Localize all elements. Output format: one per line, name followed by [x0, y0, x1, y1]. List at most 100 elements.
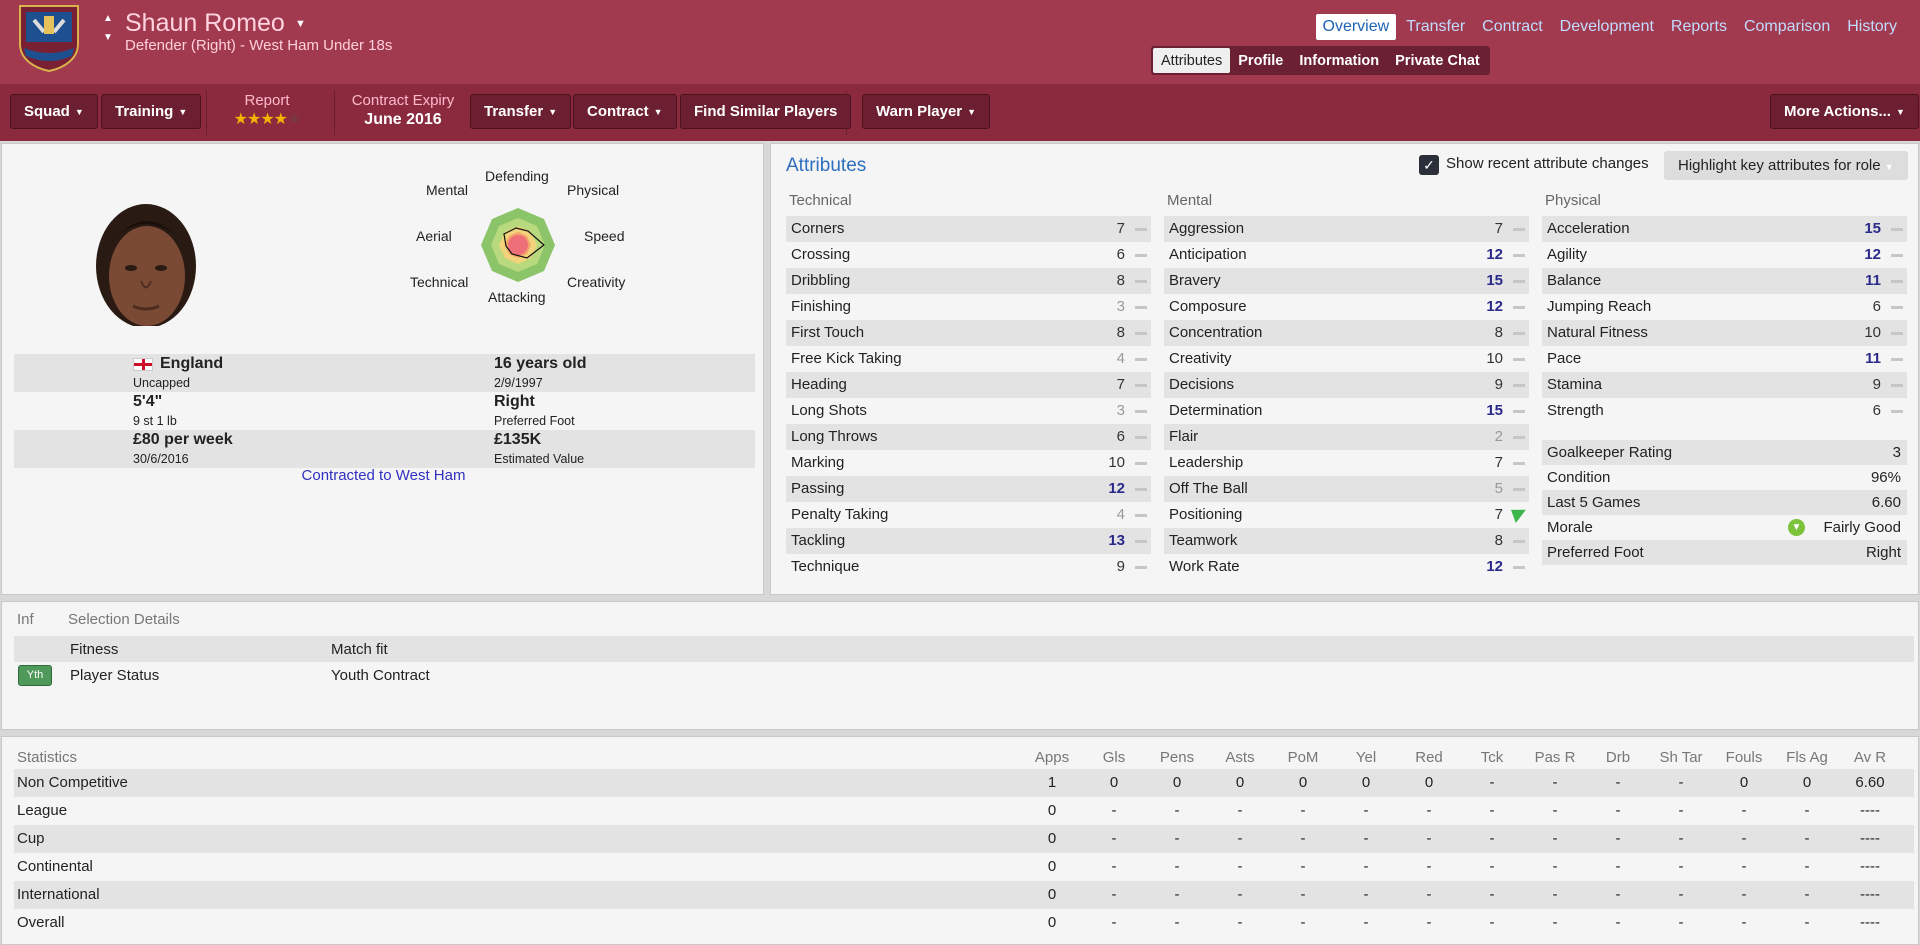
attribute-row-crossing[interactable]: Crossing 6 [786, 242, 1151, 268]
stat-column-tck[interactable]: Tck [1467, 749, 1517, 766]
report-rating[interactable]: Report ★★★★★ [222, 92, 312, 129]
attribute-row-pace[interactable]: Pace 11 [1542, 346, 1907, 372]
stat-row-overall[interactable]: Overall 0- - - - - - - - - - - - ---- [14, 909, 1914, 937]
transfer-button[interactable]: Transfer ▼ [470, 94, 572, 129]
stat-column-yel[interactable]: Yel [1341, 749, 1391, 766]
stat-column-sh-tar[interactable]: Sh Tar [1656, 749, 1706, 766]
player-name[interactable]: Shaun Romeo [125, 9, 285, 38]
tab-overview[interactable]: Overview [1315, 14, 1397, 40]
attribute-row-finishing[interactable]: Finishing 3 [786, 294, 1151, 320]
stat-column-apps[interactable]: Apps [1027, 749, 1077, 766]
attribute-row-heading[interactable]: Heading 7 [786, 372, 1151, 398]
tab-comparison[interactable]: Comparison [1737, 14, 1837, 40]
tab-transfer[interactable]: Transfer [1399, 14, 1472, 40]
attribute-row-flair[interactable]: Flair 2 [1164, 424, 1529, 450]
tab-reports[interactable]: Reports [1664, 14, 1734, 40]
subtab-attributes[interactable]: Attributes [1153, 48, 1231, 73]
warn-player-button[interactable]: Warn Player ▼ [862, 94, 991, 129]
attribute-row-bravery[interactable]: Bravery 15 [1164, 268, 1529, 294]
selection-row-fitness[interactable]: Fitness Match fit [14, 636, 1914, 662]
contract-expiry-label: Contract Expiry [351, 92, 455, 109]
attribute-name: Bravery [1169, 272, 1221, 289]
stat-column-asts[interactable]: Asts [1215, 749, 1265, 766]
attribute-row-technique[interactable]: Technique 9 [786, 554, 1151, 580]
tab-development[interactable]: Development [1553, 14, 1661, 40]
stat-column-av-r[interactable]: Av R [1845, 749, 1895, 766]
attribute-row-free-kick-taking[interactable]: Free Kick Taking 4 [786, 346, 1151, 372]
subtab-private-chat[interactable]: Private Chat [1387, 48, 1488, 73]
attribute-row-composure[interactable]: Composure 12 [1164, 294, 1529, 320]
squad-button[interactable]: Squad ▼ [10, 94, 98, 129]
attribute-row-penalty-taking[interactable]: Penalty Taking 4 [786, 502, 1151, 528]
attribute-name: Creativity [1169, 350, 1232, 367]
radar-label-physical: Physical [567, 182, 620, 198]
selection-details-panel: Inf Selection Details Fitness Match fit … [1, 601, 1919, 730]
next-player-icon[interactable]: ▼ [101, 31, 115, 45]
stat-row-league[interactable]: League 0- - - - - - - - - - - - ---- [14, 797, 1914, 825]
stat-column-red[interactable]: Red [1404, 749, 1454, 766]
stat-cell: - [1552, 774, 1558, 791]
club-crest-icon[interactable] [14, 4, 84, 72]
attribute-row-teamwork[interactable]: Teamwork 8 [1164, 528, 1529, 554]
contracted-to-link[interactable]: Contracted to West Ham [2, 467, 765, 484]
attribute-row-aggression[interactable]: Aggression 7 [1164, 216, 1529, 242]
highlight-key-attributes-button[interactable]: Highlight key attributes for role ▼ [1664, 151, 1908, 180]
stat-row-international[interactable]: International 0- - - - - - - - - - - - ---- [14, 881, 1914, 909]
stat-column-pom[interactable]: PoM [1278, 749, 1328, 766]
attribute-row-corners[interactable]: Corners 7 [786, 216, 1151, 242]
stat-row-cup[interactable]: Cup 0- - - - - - - - - - - - ---- [14, 825, 1914, 853]
attribute-row-natural-fitness[interactable]: Natural Fitness 10 [1542, 320, 1907, 346]
attribute-row-anticipation[interactable]: Anticipation 12 [1164, 242, 1529, 268]
player-portrait[interactable] [91, 196, 201, 336]
stat-cell: - [1300, 886, 1306, 903]
chevron-down-icon[interactable]: ▼ [295, 18, 306, 30]
training-button[interactable]: Training ▼ [101, 94, 202, 129]
stat-cell: - [1552, 886, 1558, 903]
attribute-row-acceleration[interactable]: Acceleration 15 [1542, 216, 1907, 242]
stat-column-fouls[interactable]: Fouls [1719, 749, 1769, 766]
subtab-information[interactable]: Information [1291, 48, 1387, 73]
top-tabs: Overview Transfer Contract Development R… [1313, 14, 1905, 40]
attribute-row-off-the-ball[interactable]: Off The Ball 5 [1164, 476, 1529, 502]
attribute-row-stamina[interactable]: Stamina 9 [1542, 372, 1907, 398]
more-actions-button[interactable]: More Actions... ▼ [1770, 94, 1919, 129]
attribute-row-passing[interactable]: Passing 12 [786, 476, 1151, 502]
subtab-profile[interactable]: Profile [1230, 48, 1291, 73]
attribute-row-positioning[interactable]: Positioning 7 [1164, 502, 1529, 528]
attribute-row-long-shots[interactable]: Long Shots 3 [786, 398, 1151, 424]
show-changes-checkbox[interactable]: ✓ [1419, 155, 1439, 175]
stat-column-gls[interactable]: Gls [1089, 749, 1139, 766]
attribute-value: 12 [1486, 558, 1503, 575]
tab-contract[interactable]: Contract [1475, 14, 1549, 40]
show-changes-label[interactable]: Show recent attribute changes [1446, 155, 1649, 172]
attribute-name: Long Shots [791, 402, 867, 419]
contract-button[interactable]: Contract ▼ [573, 94, 677, 129]
attribute-row-leadership[interactable]: Leadership 7 [1164, 450, 1529, 476]
tab-history[interactable]: History [1840, 14, 1904, 40]
stat-column-pas-r[interactable]: Pas R [1530, 749, 1580, 766]
previous-player-icon[interactable]: ▲ [101, 12, 115, 26]
attribute-row-tackling[interactable]: Tackling 13 [786, 528, 1151, 554]
attribute-row-concentration[interactable]: Concentration 8 [1164, 320, 1529, 346]
attribute-row-long-throws[interactable]: Long Throws 6 [786, 424, 1151, 450]
attribute-row-dribbling[interactable]: Dribbling 8 [786, 268, 1151, 294]
find-similar-players-button[interactable]: Find Similar Players [680, 94, 852, 129]
stat-row-continental[interactable]: Continental 0- - - - - - - - - - - - ---- [14, 853, 1914, 881]
attribute-row-decisions[interactable]: Decisions 9 [1164, 372, 1529, 398]
attribute-row-first-touch[interactable]: First Touch 8 [786, 320, 1151, 346]
attribute-row-work-rate[interactable]: Work Rate 12 [1164, 554, 1529, 580]
attribute-row-creativity[interactable]: Creativity 10 [1164, 346, 1529, 372]
stat-row-non-competitive[interactable]: Non Competitive 1 0 0 0 0 0 0 - - - - 0 0 6.60 [14, 769, 1914, 797]
stat-column-fls-ag[interactable]: Fls Ag [1782, 749, 1832, 766]
attribute-row-determination[interactable]: Determination 15 [1164, 398, 1529, 424]
selection-row-player-status[interactable]: Yth Player Status Youth Contract [14, 662, 1914, 688]
attribute-row-strength[interactable]: Strength 6 [1542, 398, 1907, 424]
attribute-row-marking[interactable]: Marking 10 [786, 450, 1151, 476]
attribute-row-agility[interactable]: Agility 12 [1542, 242, 1907, 268]
attribute-value: 10 [1864, 324, 1881, 341]
radar-label-mental: Mental [426, 182, 469, 198]
stat-column-drb[interactable]: Drb [1593, 749, 1643, 766]
attribute-row-jumping-reach[interactable]: Jumping Reach 6 [1542, 294, 1907, 320]
stat-column-pens[interactable]: Pens [1152, 749, 1202, 766]
attribute-row-balance[interactable]: Balance 11 [1542, 268, 1907, 294]
